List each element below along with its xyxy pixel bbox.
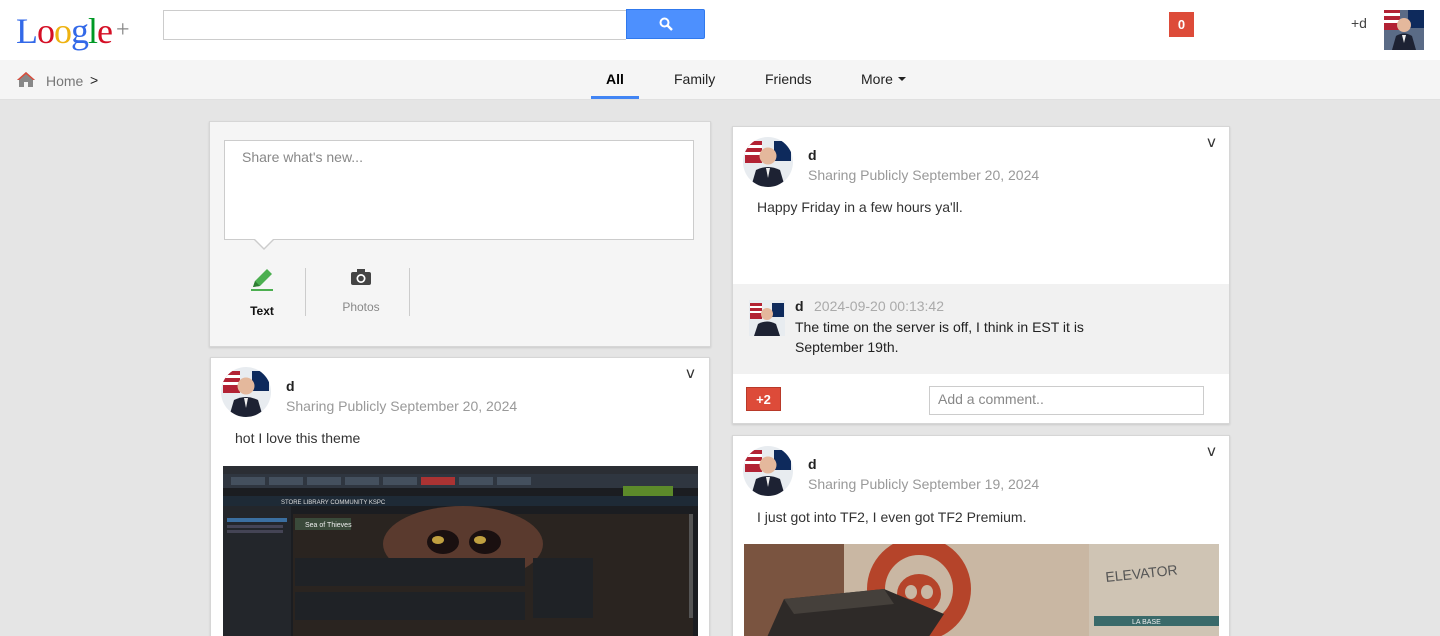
top-bar: Loogle + 0 +d — [0, 0, 1440, 60]
profile-link[interactable]: +d — [1351, 15, 1367, 31]
svg-text:Sea of Thieves: Sea of Thieves — [305, 522, 352, 529]
post-image[interactable]: STORE LIBRARY COMMUNITY KSPC Sea of Thie… — [223, 466, 698, 636]
active-tab-indicator — [591, 96, 639, 99]
post-visibility: Sharing Publicly — [808, 476, 909, 492]
comment-author[interactable]: d — [795, 298, 804, 314]
plus-one-button[interactable]: +2 — [746, 387, 781, 411]
avatar[interactable] — [1384, 10, 1424, 50]
post-menu-chevron-icon[interactable]: v — [1207, 133, 1216, 151]
post-author[interactable]: d — [286, 378, 295, 394]
post-meta: Sharing Publicly September 20, 2024 — [286, 398, 517, 414]
post-card: d Sharing Publicly September 20, 2024 v … — [210, 357, 710, 636]
share-option-label: Text — [250, 304, 274, 318]
share-notch — [255, 239, 273, 248]
post-card: d Sharing Publicly September 20, 2024 v … — [732, 126, 1230, 424]
divider — [305, 268, 306, 316]
share-photos-button[interactable]: Photos — [321, 267, 401, 314]
post-image[interactable]: ELEVATOR LA BASE — [744, 544, 1219, 636]
post-author[interactable]: d — [808, 147, 817, 163]
post-card: d Sharing Publicly September 19, 2024 v … — [732, 435, 1230, 636]
app-logo[interactable]: Loogle + — [16, 10, 130, 51]
camera-icon — [351, 269, 371, 285]
logo-letter: g — [71, 11, 89, 51]
avatar[interactable] — [221, 367, 271, 417]
post-text: hot I love this theme — [235, 430, 361, 446]
post-text: I just got into TF2, I even got TF2 Prem… — [757, 509, 1027, 525]
post-visibility: Sharing Publicly — [808, 167, 909, 183]
chevron-down-icon — [897, 77, 906, 81]
avatar[interactable] — [749, 300, 785, 336]
post-meta: Sharing Publicly September 20, 2024 — [808, 167, 1039, 183]
tab-family[interactable]: Family — [674, 71, 715, 87]
tab-friends[interactable]: Friends — [765, 71, 812, 87]
divider — [409, 268, 410, 316]
logo-letter: o — [54, 11, 72, 51]
share-option-label: Photos — [342, 300, 380, 314]
post-visibility: Sharing Publicly — [286, 398, 387, 414]
tab-more-label: More — [861, 71, 893, 87]
post-author[interactable]: d — [808, 456, 817, 472]
comment-thread: d 2024-09-20 00:13:42 The time on the se… — [733, 284, 1229, 374]
logo-plus: + — [116, 17, 130, 43]
logo-letter: o — [37, 11, 55, 51]
logo-letter: l — [88, 11, 98, 51]
share-input[interactable]: Share what's new... — [224, 140, 694, 240]
share-composer: Share what's new... Text Photos — [209, 121, 711, 347]
post-date[interactable]: September 20, 2024 — [390, 398, 517, 414]
home-icon[interactable] — [16, 71, 36, 88]
tab-more[interactable]: More — [861, 71, 906, 87]
comment-text: The time on the server is off, I think i… — [795, 319, 1084, 355]
post-text: Happy Friday in a few hours ya'll. — [757, 199, 963, 215]
nav-bar: Home > All Family Friends More — [0, 60, 1440, 100]
post-meta: Sharing Publicly September 19, 2024 — [808, 476, 1039, 492]
comment-input[interactable]: Add a comment.. — [929, 386, 1204, 415]
post-date[interactable]: September 20, 2024 — [912, 167, 1039, 183]
post-date[interactable]: September 19, 2024 — [912, 476, 1039, 492]
search-input[interactable] — [163, 10, 626, 40]
logo-letter: e — [97, 11, 113, 51]
search-icon — [659, 17, 673, 31]
comment-timestamp: 2024-09-20 00:13:42 — [814, 298, 944, 314]
breadcrumb-separator: > — [90, 72, 99, 88]
breadcrumb-home[interactable]: Home — [46, 73, 83, 89]
logo-letter: L — [16, 11, 38, 51]
share-text-button[interactable]: Text — [222, 267, 302, 318]
post-menu-chevron-icon[interactable]: v — [1207, 442, 1216, 460]
pencil-icon — [251, 269, 273, 291]
tab-all[interactable]: All — [606, 71, 624, 87]
svg-text:STORE LIBRARY COMMUNITY KSP: STORE LIBRARY COMMUNITY KSPC — [281, 500, 386, 506]
post-menu-chevron-icon[interactable]: v — [686, 364, 695, 382]
avatar[interactable] — [743, 446, 793, 496]
search-button[interactable] — [626, 9, 705, 39]
svg-text:LA BASE: LA BASE — [1132, 619, 1161, 626]
avatar[interactable] — [743, 137, 793, 187]
notification-badge[interactable]: 0 — [1169, 12, 1194, 37]
